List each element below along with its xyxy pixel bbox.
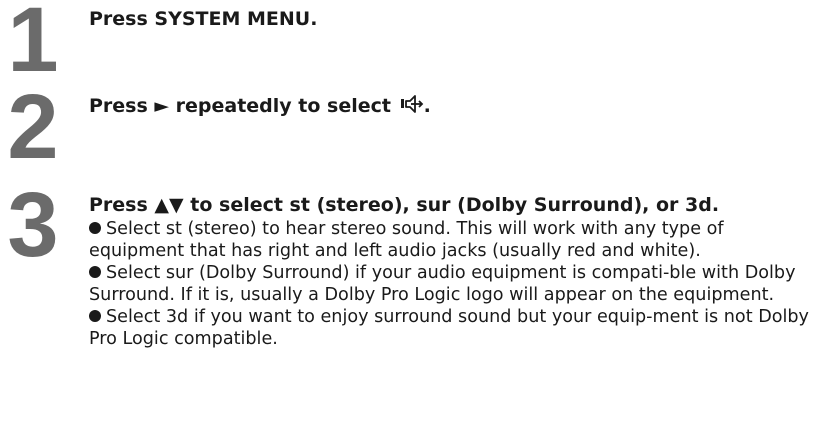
step-1-text: Press SYSTEM MENU (89, 8, 311, 30)
step-number-2: 2 (7, 76, 59, 178)
step-1-instruction: Press SYSTEM MENU. (89, 7, 317, 31)
step-3-instruction: Press ▲▼ to select st (stereo), sur (Dol… (89, 194, 720, 216)
note-dolby-surround: Select sur (Dolby Surround) if your audi… (89, 262, 823, 306)
bullet-icon (89, 266, 101, 278)
step-1-period: . (310, 8, 318, 30)
bullet-icon (89, 222, 101, 234)
step-number-1: 1 (7, 0, 59, 91)
note-3d-text: Select 3d if you want to enjoy surround … (89, 307, 809, 349)
note-stereo: Select st (stereo) to hear stereo sound.… (89, 218, 823, 262)
bullet-icon (89, 310, 101, 322)
note-dolby-surround-text: Select sur (Dolby Surround) if your audi… (89, 263, 796, 305)
step-2-instruction: Press ► repeatedly to select . (89, 93, 431, 121)
step-number-3: 3 (7, 174, 59, 276)
speaker-surround-icon (400, 93, 424, 121)
step-2-text: Press ► repeatedly to select (89, 95, 391, 117)
step-3-notes: Select st (stereo) to hear stereo sound.… (89, 218, 823, 350)
note-stereo-text: Select st (stereo) to hear stereo sound.… (89, 219, 724, 261)
step-2-period: . (423, 95, 431, 117)
note-3d: Select 3d if you want to enjoy surround … (89, 306, 823, 350)
